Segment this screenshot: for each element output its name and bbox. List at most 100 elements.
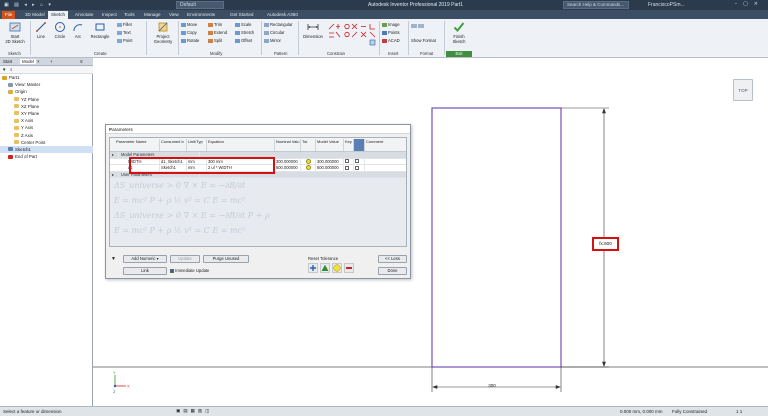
update-button[interactable]: Update	[170, 255, 200, 263]
window-controls[interactable]: –▢×	[735, 1, 764, 7]
rectangular-pattern-button[interactable]: Rectangular	[264, 22, 293, 27]
tab-file[interactable]: File	[2, 11, 16, 19]
horizontal-dimension-value[interactable]: 300	[488, 383, 496, 388]
point-button[interactable]: Point	[117, 38, 133, 43]
sketch-rectangle[interactable]	[431, 107, 562, 368]
tree-node-icon	[14, 118, 19, 123]
mirror-button[interactable]: Mirror	[264, 38, 281, 43]
help-search-input[interactable]: Search Help & Commands...	[563, 1, 629, 9]
show-format-button[interactable]: Show Format	[411, 38, 436, 43]
stretch-button[interactable]: Stretch	[235, 30, 254, 35]
browser-close-icon[interactable]: ×	[37, 59, 40, 64]
rotate-icon	[181, 38, 186, 43]
circular-pattern-button[interactable]: Circular	[264, 30, 284, 35]
quick-access-toolbar[interactable]: ▣ ▤ ◂ ▸ ⌂ ▾	[4, 2, 53, 8]
tree-node[interactable]: Sketch1	[0, 145, 93, 154]
browser-menu-icon[interactable]: ≡	[80, 59, 83, 64]
tolerance-buttons[interactable]	[308, 263, 358, 274]
move-button[interactable]: Move	[181, 22, 197, 27]
tab-environments[interactable]: Environments	[184, 11, 218, 19]
tree-node[interactable]: Origin	[0, 88, 93, 95]
link-button[interactable]: Link	[123, 267, 167, 275]
vertical-dimension-value[interactable]: fx:600	[592, 237, 619, 251]
format-icons[interactable]	[411, 23, 425, 28]
dimension-button[interactable]: Dimension	[301, 21, 325, 39]
rotate-button[interactable]: Rotate	[181, 38, 199, 43]
split-button[interactable]: Split	[208, 38, 222, 43]
points-icon	[382, 30, 387, 35]
tab-get-started[interactable]: Get Started	[227, 11, 257, 19]
tab-inspect[interactable]: Inspect	[99, 11, 120, 19]
tree-node-icon	[8, 154, 13, 159]
tree-node[interactable]: Y Axis	[0, 124, 93, 131]
horizontal-dimension[interactable]	[431, 367, 562, 392]
browser-add-icon[interactable]: +	[50, 59, 53, 64]
immediate-update-checkbox[interactable]: Immediate Update	[170, 268, 209, 273]
insert-acad-button[interactable]: ACAD	[382, 38, 400, 43]
col-unit-type[interactable]: Unit/Typ	[187, 139, 207, 151]
tab-view[interactable]: View	[166, 11, 182, 19]
tree-node[interactable]: XZ Plane	[0, 103, 93, 110]
tree-node[interactable]: X Axis	[0, 117, 93, 124]
search-icon[interactable]: ⌕	[10, 67, 12, 72]
col-equation[interactable]: Equation	[207, 139, 275, 151]
constraint-icons-grid[interactable]	[328, 23, 376, 47]
tree-node[interactable]: Z Axis	[0, 132, 93, 139]
text-button[interactable]: Text	[117, 30, 131, 35]
export-icon[interactable]	[354, 139, 365, 151]
user-account[interactable]: FranciscoPSm...	[648, 2, 685, 8]
col-tolerance[interactable]: Tol.	[301, 139, 316, 151]
tab-annotate[interactable]: Annotate	[72, 11, 96, 19]
less-button[interactable]: << Less	[378, 255, 407, 263]
status-tool-icons[interactable]: ▣▤▦▥◫	[176, 409, 212, 414]
rectangle-button[interactable]: Rectangle	[88, 21, 112, 39]
offset-button[interactable]: Offset	[235, 38, 252, 43]
col-consumed-by[interactable]: Consumed b	[160, 139, 187, 151]
line-button[interactable]: Line	[33, 21, 49, 39]
filter-icon[interactable]: ▼	[2, 67, 6, 72]
start-2d-sketch-button[interactable]: Start 2D Sketch	[3, 21, 27, 44]
viewcube[interactable]: TOP	[733, 79, 753, 101]
copy-button[interactable]: Copy	[181, 30, 197, 35]
trim-button[interactable]: Trim	[208, 22, 222, 27]
circle-button[interactable]: Circle	[52, 21, 68, 39]
col-nominal-value[interactable]: Nominal Valu	[275, 139, 301, 151]
circle-icon	[55, 22, 65, 32]
tab-3d-model[interactable]: 3D Model	[22, 11, 48, 19]
browser-tab-model[interactable]: Model	[20, 59, 36, 64]
fillet-button[interactable]: Fillet	[117, 22, 132, 27]
filter-icon[interactable]: ▼	[111, 256, 116, 262]
browser-tab-start[interactable]: Start	[3, 59, 12, 64]
insert-points-button[interactable]: Points	[382, 30, 400, 35]
highlight-box	[129, 157, 275, 174]
tree-node[interactable]: View: Master	[0, 81, 93, 88]
insert-image-button[interactable]: Image	[382, 22, 400, 27]
appearance-dropdown[interactable]: Default	[176, 1, 224, 9]
tree-node-icon	[14, 97, 19, 102]
expand-icon[interactable]: ▸	[111, 171, 119, 178]
tab-tools[interactable]: Tools	[121, 11, 138, 19]
col-model-value[interactable]: Model Value	[316, 139, 344, 151]
rectangle-label: Rectangle	[90, 34, 110, 39]
scale-button[interactable]: Scale	[235, 22, 251, 27]
add-numeric-button[interactable]: Add Numeric ▾	[123, 255, 167, 263]
tree-node[interactable]: Center Point	[0, 139, 93, 146]
tree-node[interactable]: YZ Plane	[0, 96, 93, 103]
done-button[interactable]: Done	[378, 267, 407, 275]
tree-node[interactable]: XY Plane	[0, 110, 93, 117]
project-geometry-button[interactable]: Project Geometry	[150, 21, 176, 44]
tab-manage[interactable]: Manage	[141, 11, 164, 19]
purge-unused-button[interactable]: Purge Unused	[203, 255, 249, 263]
col-comment[interactable]: Comment	[365, 139, 406, 151]
close-icon[interactable]: ×	[109, 127, 407, 132]
dialog-title-bar[interactable]: Parameters ×	[106, 125, 410, 134]
col-key[interactable]: Key	[344, 139, 354, 151]
tab-sketch[interactable]: Sketch	[48, 11, 69, 19]
extend-button[interactable]: Extend	[208, 30, 227, 35]
tree-node[interactable]: End of Part	[0, 153, 93, 160]
tree-node[interactable]: Part1	[0, 74, 93, 81]
arc-button[interactable]: Arc	[71, 21, 85, 39]
col-parameter-name[interactable]: Parameter Name	[115, 139, 160, 151]
tab-autodesk-a360[interactable]: Autodesk A360	[264, 11, 301, 19]
finish-sketch-button[interactable]: Finish Sketch	[447, 21, 471, 44]
